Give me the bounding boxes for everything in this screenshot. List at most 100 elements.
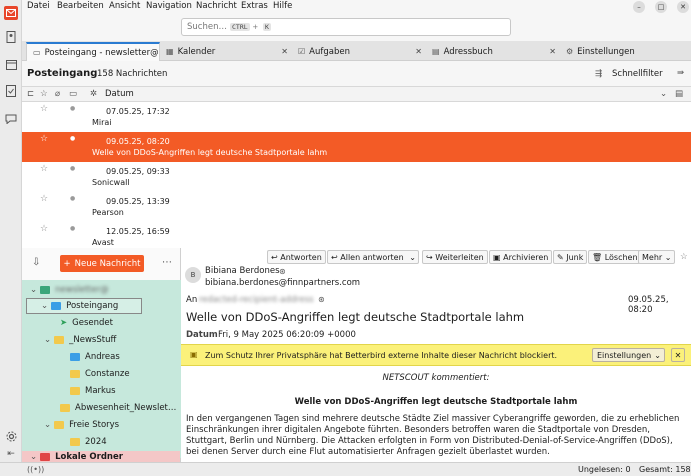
message-date: 09.05.25, 13:39: [106, 197, 170, 206]
calendar-icon[interactable]: [4, 57, 18, 71]
tasks-icon: ☑: [298, 47, 306, 56]
global-search-input[interactable]: Suchen… CTRL + K: [181, 18, 511, 36]
folder-2024[interactable]: 2024: [70, 434, 107, 450]
archive-icon: ▣: [493, 252, 501, 262]
collapse-icon: ⌄: [30, 285, 38, 295]
message-row-selected[interactable]: ☆ ● 09.05.25, 08:20 Welle von DDoS-Angri…: [22, 132, 691, 162]
contact-icon[interactable]: ⊛: [279, 267, 286, 276]
thread-column-icon[interactable]: ⊏: [27, 89, 34, 99]
chat-icon[interactable]: [4, 112, 18, 126]
reply-button[interactable]: ↩ Antworten: [267, 250, 326, 264]
tab-settings-label: Einstellungen: [577, 46, 635, 57]
menu-bearbeiten[interactable]: Bearbeiten: [57, 1, 104, 11]
menu-ansicht[interactable]: Ansicht: [109, 1, 140, 11]
close-window-icon[interactable]: ✕: [677, 1, 689, 13]
chevron-down-icon: ⌄: [654, 350, 661, 360]
message-row[interactable]: ☆ ● 09.05.25, 13:39 Pearson: [22, 192, 691, 222]
online-status-icon[interactable]: ((•)): [27, 465, 44, 474]
message-row[interactable]: ☆ ● 12.05.25, 16:59 Avast: [22, 222, 691, 248]
notice-settings-button[interactable]: Einstellungen ⌄: [592, 348, 665, 362]
inbox-folder-icon: [51, 302, 62, 310]
quickfilter-button[interactable]: Schnellfilter: [612, 69, 663, 79]
menu-navigation[interactable]: Navigation: [146, 1, 192, 11]
kbd-k: K: [262, 23, 271, 31]
chevron-down-icon: ⌄: [664, 252, 672, 262]
folder-abwesenheit[interactable]: Abwesenheit_Newslet…: [60, 400, 176, 416]
folder-inbox[interactable]: ⌄ Posteingang: [26, 298, 142, 314]
star-icon[interactable]: ☆: [40, 104, 48, 114]
status-bar: ((•)) Ungelesen: 0 Gesamt: 158: [0, 462, 691, 476]
folder-markus[interactable]: Markus: [70, 383, 116, 399]
folder-freie-storys[interactable]: ⌄ Freie Storys: [44, 417, 119, 433]
get-messages-icon[interactable]: ⇩: [32, 257, 40, 268]
column-date[interactable]: Datum: [105, 89, 134, 99]
column-picker-icon[interactable]: ▤: [675, 89, 683, 99]
close-tab-icon[interactable]: ✕: [281, 47, 288, 56]
junk-column-icon[interactable]: ✲: [90, 89, 97, 99]
tab-inbox-label: Posteingang - newsletter@: [44, 47, 159, 58]
star-icon[interactable]: ☆: [40, 134, 48, 144]
read-status-icon[interactable]: ●: [70, 105, 75, 112]
chevron-down-icon[interactable]: ⌄: [409, 253, 416, 262]
menu-datei[interactable]: Datei: [27, 1, 50, 11]
tab-tasks[interactable]: ☑ Aufgaben ✕: [292, 42, 426, 61]
more-options-icon[interactable]: ⋯: [162, 257, 172, 268]
folder-andreas[interactable]: Andreas: [70, 349, 120, 365]
folder-constanze[interactable]: Constanze: [70, 366, 130, 382]
read-status-icon[interactable]: ●: [70, 165, 75, 172]
contact-icon[interactable]: ⊛: [318, 295, 325, 304]
from-name[interactable]: Bibiana Berdones: [205, 266, 280, 276]
tab-addressbook[interactable]: ▤ Adressbuch ✕: [426, 42, 560, 61]
to-label: An: [186, 295, 198, 305]
star-column-icon[interactable]: ☆: [40, 89, 48, 99]
new-message-button[interactable]: + Neue Nachricht: [60, 255, 144, 272]
message-row[interactable]: ☆ ● 07.05.25, 17:32 Mirai: [22, 102, 691, 132]
message-row[interactable]: ☆ ● 09.05.25, 09:33 Sonicwall: [22, 162, 691, 192]
message-sender: Avast: [92, 238, 114, 247]
star-icon[interactable]: ☆: [40, 194, 48, 204]
minimize-icon[interactable]: –: [633, 1, 645, 13]
tab-calendar[interactable]: ▦ Kalender ✕: [160, 42, 292, 61]
close-tab-icon[interactable]: ✕: [549, 47, 556, 56]
message-list-header: Posteingang 158 Nachrichten ⇶ Schnellfil…: [22, 61, 691, 85]
menu-extras[interactable]: Extras: [241, 1, 268, 11]
collapse-spaces-icon[interactable]: ⇤: [4, 447, 18, 461]
folder-label: Lokale Ordner: [55, 452, 123, 462]
star-icon[interactable]: ☆: [680, 252, 688, 262]
tab-inbox[interactable]: ▭ Posteingang - newsletter@: [26, 42, 160, 61]
list-menu-icon[interactable]: ⇛: [677, 68, 684, 78]
read-status-icon[interactable]: ●: [70, 225, 75, 232]
delete-button[interactable]: 🗑 Löschen: [588, 250, 642, 264]
account-row[interactable]: ⌄ newsletter@: [30, 282, 180, 298]
read-column-icon[interactable]: ▭: [69, 89, 77, 99]
settings-gear-icon[interactable]: [4, 429, 18, 443]
folder-sent[interactable]: ➤ Gesendet: [60, 315, 113, 331]
read-status-icon[interactable]: ●: [70, 195, 75, 202]
addressbook-icon[interactable]: [4, 30, 18, 44]
star-icon[interactable]: ☆: [40, 224, 48, 234]
more-button[interactable]: Mehr ⌄: [638, 250, 676, 264]
close-icon[interactable]: ✕: [671, 348, 685, 362]
mail-icon[interactable]: [4, 6, 18, 20]
junk-button[interactable]: ✎ Junk: [553, 250, 588, 264]
menu-nachricht[interactable]: Nachricht: [196, 1, 237, 11]
body-text: In den vergangenen Tagen sind mehrere de…: [186, 414, 680, 457]
menu-hilfe[interactable]: Hilfe: [273, 1, 292, 11]
tasks-icon[interactable]: [4, 84, 18, 98]
attachment-column-icon[interactable]: ⌀: [55, 89, 60, 99]
more-label: Mehr: [642, 252, 663, 262]
reply-all-button[interactable]: ↩ Allen antworten ⌄: [327, 250, 419, 264]
folder-icon: [70, 387, 80, 395]
star-icon[interactable]: ☆: [40, 164, 48, 174]
account-icon: [40, 286, 51, 294]
folder-label: Gesendet: [72, 318, 113, 328]
forward-button[interactable]: ↪ Weiterleiten: [422, 250, 488, 264]
folder-newsstuff[interactable]: ⌄ _NewsStuff: [44, 332, 116, 348]
tab-settings[interactable]: ⚙ Einstellungen: [560, 42, 691, 61]
archive-button[interactable]: ▣ Archivieren: [489, 250, 553, 264]
close-tab-icon[interactable]: ✕: [415, 47, 422, 56]
sort-chevron-down-icon[interactable]: ⌄: [660, 89, 667, 99]
from-email[interactable]: bibiana.berdones@finnpartners.com: [205, 278, 360, 288]
maximize-icon[interactable]: □: [655, 1, 667, 13]
read-status-icon[interactable]: ●: [70, 135, 75, 142]
